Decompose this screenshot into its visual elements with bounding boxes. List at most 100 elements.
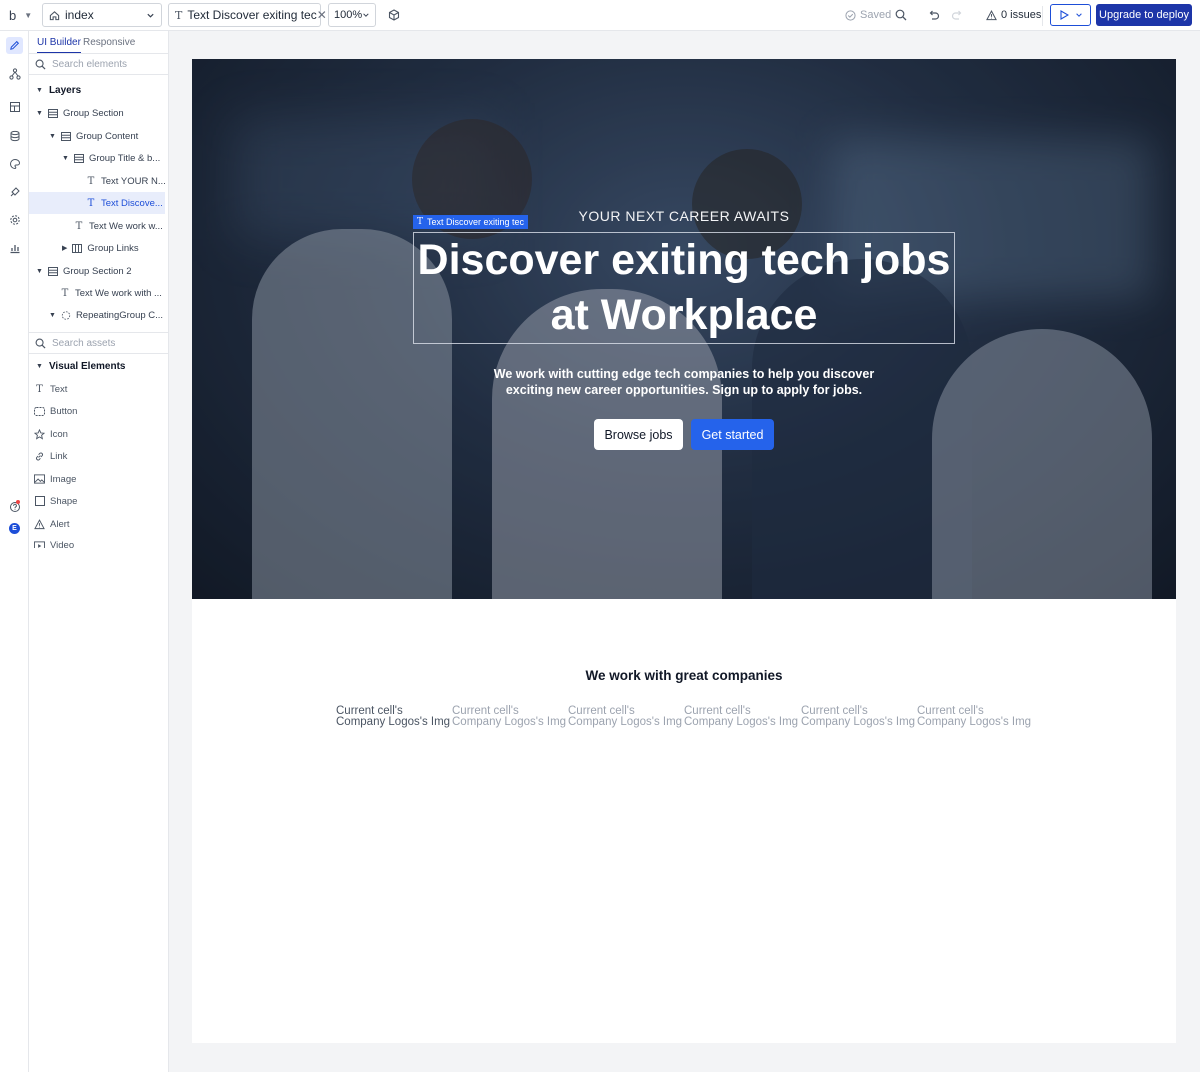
group-icon bbox=[47, 266, 58, 276]
search-icon bbox=[35, 338, 46, 349]
asset-video[interactable]: Video bbox=[34, 536, 74, 548]
video-icon bbox=[34, 540, 45, 548]
bubble-logo-menu[interactable]: b ▼ bbox=[9, 8, 32, 23]
repeating-group-icon bbox=[61, 310, 71, 321]
layer-item[interactable]: T Text We work w... bbox=[74, 215, 166, 237]
search-assets-input[interactable] bbox=[52, 337, 162, 349]
toolbar-divider bbox=[1042, 6, 1043, 26]
help-icon[interactable] bbox=[6, 498, 23, 515]
asset-image[interactable]: Image bbox=[34, 469, 76, 489]
cube-icon[interactable] bbox=[388, 9, 400, 21]
workflow-icon[interactable] bbox=[6, 65, 23, 82]
caret-down-icon: ▼ bbox=[36, 87, 43, 94]
pencil-icon[interactable] bbox=[6, 37, 23, 54]
layer-label: Text We work with ... bbox=[75, 287, 162, 299]
search-icon bbox=[35, 59, 46, 70]
layer-item-selected[interactable]: T Text Discove... bbox=[29, 192, 165, 214]
page-selector[interactable]: index bbox=[42, 3, 162, 27]
selection-tag: T Text Discover exiting tec bbox=[413, 215, 529, 229]
database-icon[interactable] bbox=[6, 127, 23, 144]
layer-label: Text We work w... bbox=[89, 220, 163, 232]
chevron-down-icon bbox=[363, 13, 369, 17]
caret-right-icon: ▶ bbox=[62, 245, 68, 252]
hero-headline[interactable]: Discover exiting tech jobs at Workplace bbox=[413, 233, 955, 343]
hero-subtitle[interactable]: We work with cutting edge tech companies… bbox=[472, 366, 896, 398]
element-tab[interactable]: T Text Discover exiting tec ✕ bbox=[168, 3, 327, 27]
caret-down-icon: ▼ bbox=[49, 132, 56, 140]
visual-elements-title: Visual Elements bbox=[48, 361, 126, 372]
company-logo-cell[interactable]: Current cell's Company Logos's Img bbox=[568, 705, 684, 728]
caret-down-icon: ▼ bbox=[49, 311, 56, 319]
layer-item[interactable]: ▼ Group Content bbox=[49, 125, 166, 147]
asset-label: Alert bbox=[50, 518, 70, 530]
asset-label: Video bbox=[50, 540, 75, 548]
redo-icon[interactable] bbox=[951, 9, 963, 21]
zoom-selector[interactable]: 100% bbox=[328, 3, 376, 27]
layer-label: Text YOUR N... bbox=[101, 175, 166, 187]
asset-label: Shape bbox=[50, 495, 78, 507]
element-panel: UI Builder Responsive ▼ Layers ▼ Group S… bbox=[29, 31, 169, 1072]
caret-down-icon: ▼ bbox=[36, 363, 43, 370]
settings-icon[interactable] bbox=[6, 211, 23, 228]
tab-ui-builder[interactable]: UI Builder bbox=[37, 37, 81, 54]
preview-button[interactable] bbox=[1050, 4, 1091, 26]
top-toolbar: b ▼ index T Text Discover exiting tec ✕ … bbox=[0, 0, 1200, 31]
chevron-down-icon bbox=[1075, 13, 1082, 17]
text-icon: T bbox=[36, 383, 43, 395]
company-logo-cell[interactable]: Current cell's Company Logos's Img bbox=[684, 705, 800, 728]
upgrade-deploy-button[interactable]: Upgrade to deploy bbox=[1096, 4, 1192, 26]
asset-text[interactable]: T Text bbox=[34, 379, 67, 399]
warning-icon bbox=[34, 518, 45, 530]
user-avatar[interactable]: E bbox=[9, 523, 20, 534]
hero-section[interactable]: YOUR NEXT CAREER AWAITS T Text Discover … bbox=[192, 59, 1176, 599]
logo: b bbox=[9, 8, 17, 23]
layer-label: Group Title & b... bbox=[88, 152, 161, 164]
palette-icon[interactable] bbox=[6, 155, 23, 172]
text-icon: T bbox=[417, 217, 424, 227]
hero-eyebrow[interactable]: YOUR NEXT CAREER AWAITS bbox=[192, 208, 1176, 224]
undo-icon[interactable] bbox=[928, 9, 940, 21]
caret-down-icon: ▼ bbox=[62, 154, 69, 162]
search-elements bbox=[29, 53, 168, 75]
close-icon[interactable]: ✕ bbox=[317, 8, 327, 22]
layers-header[interactable]: ▼ Layers bbox=[36, 85, 81, 96]
company-logo-cell[interactable]: Current cell's Company Logos's Img bbox=[336, 705, 452, 728]
asset-label: Link bbox=[50, 450, 68, 462]
company-logo-cell[interactable]: Current cell's Company Logos's Img bbox=[917, 705, 1033, 728]
text-icon: T bbox=[87, 197, 95, 209]
layer-item[interactable]: ▼ Group Section bbox=[36, 102, 166, 124]
chart-icon[interactable] bbox=[6, 239, 23, 256]
get-started-button[interactable]: Get started bbox=[691, 419, 774, 450]
asset-link[interactable]: Link bbox=[34, 446, 67, 466]
asset-button[interactable]: Button bbox=[34, 401, 77, 421]
asset-shape[interactable]: Shape bbox=[34, 491, 77, 511]
panel-tabs: UI Builder Responsive bbox=[29, 31, 168, 54]
search-assets bbox=[29, 332, 168, 354]
text-icon: T bbox=[87, 175, 95, 187]
layer-item[interactable]: ▶ Group Links bbox=[62, 237, 166, 259]
asset-label: Image bbox=[50, 473, 77, 485]
companies-title[interactable]: We work with great companies bbox=[192, 668, 1176, 683]
link-icon bbox=[34, 451, 45, 462]
layer-item[interactable]: ▼ Group Section 2 bbox=[36, 260, 166, 282]
search-icon[interactable] bbox=[895, 9, 907, 21]
caret-down-icon: ▼ bbox=[36, 109, 43, 117]
search-elements-input[interactable] bbox=[52, 58, 162, 70]
tab-responsive[interactable]: Responsive bbox=[83, 37, 135, 48]
layer-item[interactable]: ▼ RepeatingGroup C... bbox=[49, 304, 166, 326]
layout-icon[interactable] bbox=[6, 98, 23, 115]
company-logo-cell[interactable]: Current cell's Company Logos's Img bbox=[452, 705, 568, 728]
layer-label: Group Links bbox=[87, 242, 139, 254]
browse-jobs-button[interactable]: Browse jobs bbox=[594, 419, 683, 450]
layer-item[interactable]: T Text YOUR N... bbox=[86, 170, 166, 192]
asset-alert[interactable]: Alert bbox=[34, 514, 70, 534]
design-canvas[interactable]: YOUR NEXT CAREER AWAITS T Text Discover … bbox=[169, 31, 1200, 1072]
issues-label: 0 issues bbox=[1001, 9, 1042, 21]
layer-item[interactable]: ▼ Group Title & b... bbox=[62, 147, 166, 169]
visual-elements-header[interactable]: ▼ Visual Elements bbox=[36, 361, 125, 372]
asset-icon[interactable]: Icon bbox=[34, 424, 68, 444]
layer-item[interactable]: T Text We work with ... bbox=[60, 282, 166, 304]
company-logo-cell[interactable]: Current cell's Company Logos's Img bbox=[801, 705, 917, 728]
plugin-icon[interactable] bbox=[6, 183, 23, 200]
issues-indicator[interactable]: 0 issues bbox=[986, 9, 1041, 21]
